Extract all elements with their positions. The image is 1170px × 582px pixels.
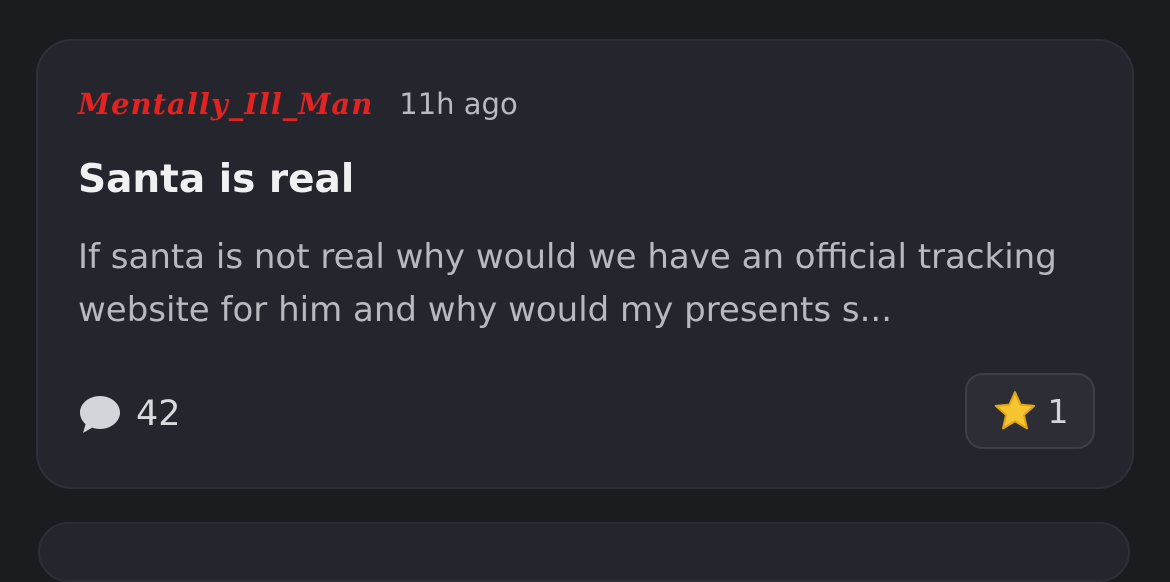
post-card[interactable]: Mentally_Ill_Man 11h ago Santa is real I…: [36, 39, 1134, 489]
speech-bubble-icon: [78, 393, 122, 435]
post-title[interactable]: Santa is real: [78, 157, 354, 202]
star-icon: [992, 389, 1038, 433]
star-reaction-button[interactable]: 1: [965, 373, 1095, 449]
author-name[interactable]: Mentally_Ill_Man: [78, 87, 373, 121]
post-preview-text: If santa is not real why would we have a…: [78, 237, 1057, 330]
post-header: Mentally_Ill_Man 11h ago: [78, 87, 518, 121]
post-timestamp: 11h ago: [399, 87, 518, 121]
comment-count: 42: [136, 394, 181, 434]
next-post-card[interactable]: [38, 522, 1130, 582]
comments-counter[interactable]: 42: [78, 393, 181, 435]
reaction-count: 1: [1047, 391, 1069, 431]
